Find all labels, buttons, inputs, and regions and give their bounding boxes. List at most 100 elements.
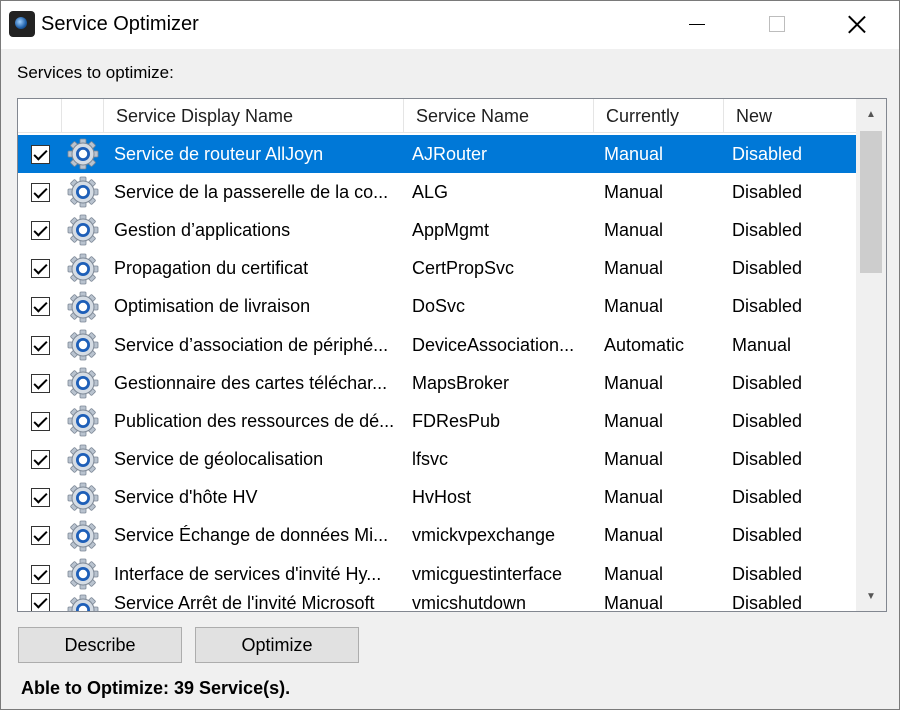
service-display-name: Publication des ressources de dé... <box>114 410 395 431</box>
list-header: Service Display Name Service Name Curren… <box>18 99 856 133</box>
table-row[interactable]: Service d'hôte HV HvHost Manual Disabled <box>18 479 856 517</box>
row-checkbox-cell[interactable] <box>18 373 62 393</box>
table-row[interactable]: Service de la passerelle de la co... ALG M… <box>18 173 856 211</box>
service-display-name: Service d'hôte HV <box>114 487 258 508</box>
checkbox[interactable] <box>30 593 50 611</box>
column-header-service-name[interactable]: Service Name <box>404 99 594 133</box>
service-name: FDResPub <box>412 410 501 431</box>
close-button[interactable] <box>817 1 897 47</box>
service-name: MapsBroker <box>412 372 510 393</box>
service-optimizer-window: Service Optimizer Services to optimize: … <box>0 0 900 710</box>
services-label: Services to optimize: <box>17 63 174 82</box>
service-name: AppMgmt <box>412 219 490 240</box>
status-text: Able to Optimize: 39 Service(s). <box>21 678 291 698</box>
table-row[interactable]: Gestion d’applications AppMgmt Manual Disab… <box>18 211 856 249</box>
table-row[interactable]: Service de géolocalisation lfsvc Manual Dis… <box>18 441 856 479</box>
service-current-startup: Manual <box>604 258 664 279</box>
table-row[interactable]: Interface de services d'invité Hy... vmic… <box>18 555 856 593</box>
service-display-name: Service Arrêt de l'invité Microsoft <box>114 593 375 612</box>
row-checkbox-cell[interactable] <box>18 593 62 611</box>
row-checkbox-cell[interactable] <box>18 450 62 470</box>
chevron-down-icon: ▼ <box>866 590 876 602</box>
row-checkbox-cell[interactable] <box>18 259 62 279</box>
checkbox[interactable] <box>30 259 50 279</box>
service-icon-cell <box>62 137 108 171</box>
service-icon-cell <box>62 252 108 286</box>
scroll-down-button[interactable]: ▼ <box>856 581 886 611</box>
checkbox[interactable] <box>30 144 50 164</box>
row-checkbox-cell[interactable] <box>18 335 62 355</box>
gear-icon <box>66 290 100 324</box>
table-row[interactable]: Service d’association de périphé... Devic… <box>18 326 856 364</box>
column-header-new[interactable]: New <box>724 99 856 133</box>
row-checkbox-cell[interactable] <box>18 488 62 508</box>
checkbox[interactable] <box>30 182 50 202</box>
gear-icon <box>66 519 100 553</box>
checkbox[interactable] <box>30 411 50 431</box>
table-row[interactable]: Service de routeur AllJoyn AJRouter Manual… <box>18 135 856 174</box>
service-icon-cell <box>62 481 108 515</box>
row-checkbox-cell[interactable] <box>18 564 62 584</box>
service-current-startup: Manual <box>604 372 664 393</box>
gear-icon <box>66 252 100 286</box>
column-header-icon[interactable] <box>62 99 104 133</box>
service-new-startup: Disabled <box>732 563 803 584</box>
service-icon-cell <box>62 175 108 209</box>
minimize-button[interactable] <box>657 1 737 47</box>
table-row[interactable]: Propagation du certificat CertPropSvc Manu… <box>18 250 856 288</box>
service-display-name: Interface de services d'invité Hy... <box>114 563 382 584</box>
service-new-startup: Disabled <box>732 181 803 202</box>
checkbox[interactable] <box>30 526 50 546</box>
row-checkbox-cell[interactable] <box>18 526 62 546</box>
column-header-check[interactable] <box>18 99 62 133</box>
service-current-startup: Manual <box>604 449 664 470</box>
service-new-startup: Manual <box>732 334 792 355</box>
row-checkbox-cell[interactable] <box>18 411 62 431</box>
column-header-display-name[interactable]: Service Display Name <box>104 99 404 133</box>
service-new-startup: Disabled <box>732 449 803 470</box>
service-icon-cell <box>62 290 108 324</box>
service-name: DeviceAssociation... <box>412 334 575 355</box>
service-current-startup: Manual <box>604 593 664 612</box>
gear-icon <box>66 366 100 400</box>
row-checkbox-cell[interactable] <box>18 144 62 164</box>
service-icon-cell <box>62 557 108 591</box>
column-header-currently[interactable]: Currently <box>594 99 724 133</box>
services-list[interactable]: Service Display Name Service Name Curren… <box>17 98 887 612</box>
checkbox[interactable] <box>30 564 50 584</box>
checkbox[interactable] <box>30 488 50 508</box>
service-display-name: Service de la passerelle de la co... <box>114 181 389 202</box>
table-row[interactable]: Gestionnaire des cartes téléchar... MapsB… <box>18 364 856 402</box>
row-checkbox-cell[interactable] <box>18 182 62 202</box>
service-name: CertPropSvc <box>412 258 515 279</box>
describe-button[interactable]: Describe <box>18 627 182 663</box>
vertical-scrollbar[interactable]: ▲ ▼ <box>856 99 886 611</box>
service-name: vmicshutdown <box>412 593 527 612</box>
title-bar[interactable]: Service Optimizer <box>1 1 899 49</box>
service-icon-cell <box>62 404 108 438</box>
service-name: HvHost <box>412 487 472 508</box>
checkbox[interactable] <box>30 450 50 470</box>
table-row[interactable]: Service Échange de données Mi... vmickvpe… <box>18 517 856 555</box>
checkbox[interactable] <box>30 220 50 240</box>
service-icon-cell <box>62 443 108 477</box>
service-current-startup: Manual <box>604 525 664 546</box>
scroll-thumb[interactable] <box>860 131 882 273</box>
checkbox[interactable] <box>30 335 50 355</box>
scroll-up-button[interactable]: ▲ <box>856 99 886 129</box>
row-checkbox-cell[interactable] <box>18 297 62 317</box>
row-checkbox-cell[interactable] <box>18 220 62 240</box>
window-title: Service Optimizer <box>41 13 199 35</box>
service-display-name: Propagation du certificat <box>114 258 309 279</box>
table-row[interactable]: Optimisation de livraison DoSvc Manual Disa… <box>18 288 856 326</box>
gear-icon <box>66 481 100 515</box>
maximize-button[interactable] <box>737 1 817 47</box>
service-icon-cell <box>62 328 108 362</box>
checkbox[interactable] <box>30 373 50 393</box>
optimize-button[interactable]: Optimize <box>195 627 359 663</box>
table-row[interactable]: Service Arrêt de l'invité Microsoft vmics… <box>18 593 856 612</box>
gear-icon <box>66 137 100 171</box>
table-row[interactable]: Publication des ressources de dé... FDRes… <box>18 402 856 440</box>
service-current-startup: Manual <box>604 219 664 240</box>
checkbox[interactable] <box>30 297 50 317</box>
